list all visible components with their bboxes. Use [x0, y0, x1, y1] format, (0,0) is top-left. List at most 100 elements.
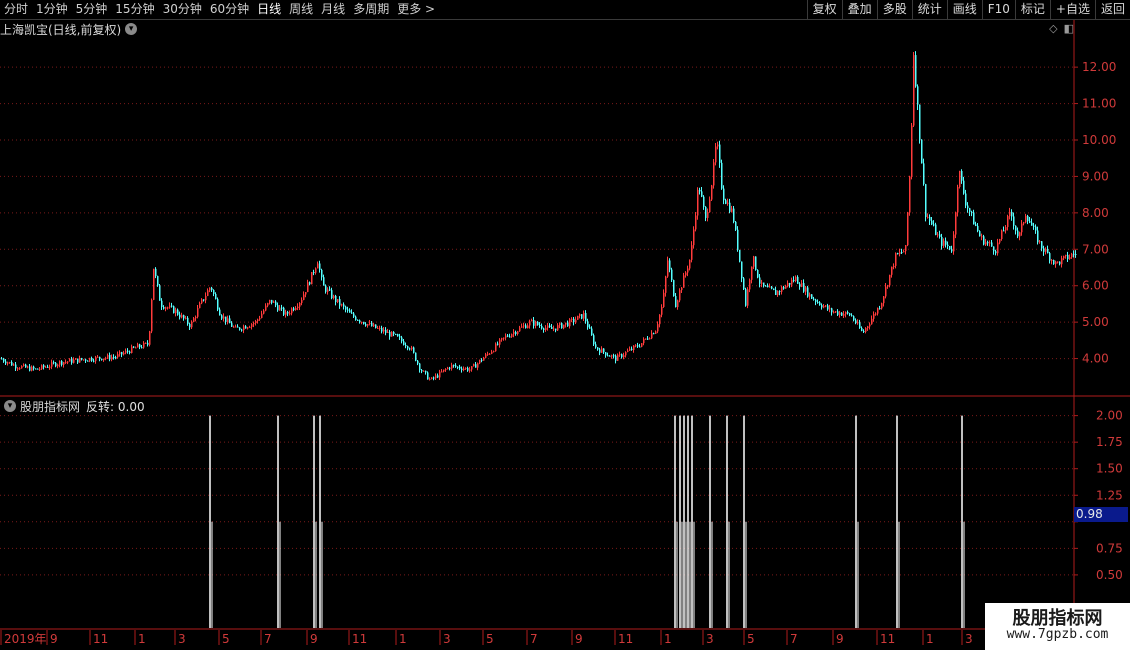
candle-body: [335, 295, 337, 303]
candle-body: [521, 326, 523, 328]
candle-body: [475, 364, 477, 368]
candle-body: [997, 242, 999, 254]
candle-body: [571, 318, 573, 320]
candle-body: [15, 364, 17, 369]
candle-body: [933, 224, 935, 226]
candle-body: [881, 303, 883, 309]
candle-body: [189, 323, 191, 328]
candle-body: [839, 312, 841, 315]
candle-body: [187, 317, 189, 324]
candle-body: [1029, 221, 1031, 223]
candle-body: [203, 299, 205, 301]
candle-body: [5, 361, 7, 364]
candle-body: [847, 312, 849, 314]
candle-body: [307, 282, 309, 293]
candle-body: [943, 240, 945, 246]
candle-body: [347, 309, 349, 311]
candle-body: [61, 361, 63, 365]
candle-body: [579, 314, 581, 316]
candle-body: [983, 236, 985, 245]
x-tick-label: 1: [664, 632, 672, 646]
candle-body: [951, 249, 953, 252]
candle-body: [139, 344, 141, 348]
candle-body: [355, 316, 357, 320]
candle-body: [645, 338, 647, 340]
candle-body: [777, 290, 779, 296]
candle-body: [867, 326, 869, 329]
candle-body: [365, 324, 367, 326]
chart-canvas[interactable]: 4.005.006.007.008.009.0010.0011.0012.000…: [0, 0, 1130, 650]
x-tick-label: 3: [965, 632, 973, 646]
candle-body: [289, 313, 291, 315]
candle-body: [977, 225, 979, 232]
candle-body: [843, 314, 845, 316]
chevron-down-icon[interactable]: ▾: [4, 400, 16, 412]
candle-body: [159, 285, 161, 301]
candle-body: [497, 343, 499, 345]
candle-body: [1047, 249, 1049, 254]
candle-body: [801, 283, 803, 287]
diamond-icon[interactable]: ◇: [1049, 22, 1057, 35]
candle-body: [301, 299, 303, 304]
candle-body: [67, 361, 69, 363]
candle-body: [507, 335, 509, 337]
candle-body: [947, 244, 949, 247]
y-tick-label: 12.00: [1082, 60, 1116, 74]
candle-body: [909, 176, 911, 213]
indicator-name: 股朋指标网: [20, 399, 81, 414]
candle-body: [413, 347, 415, 353]
candle-body: [779, 290, 781, 292]
candle-body: [1063, 256, 1065, 259]
candle-body: [317, 263, 319, 269]
candle-body: [675, 296, 677, 308]
candle-body: [823, 306, 825, 308]
candle-body: [499, 339, 501, 345]
candle-body: [735, 221, 737, 230]
candle-body: [473, 364, 475, 367]
x-tick-label: 3: [706, 632, 714, 646]
candle-body: [817, 301, 819, 303]
candle-body: [587, 321, 589, 328]
candle-body: [393, 331, 395, 335]
candle-body: [227, 318, 229, 322]
candle-body: [565, 322, 567, 325]
candle-body: [907, 212, 909, 246]
candle-body: [713, 162, 715, 186]
candle-body: [421, 370, 423, 372]
window-toggle-icon[interactable]: ◧: [1064, 22, 1074, 35]
candle-body: [511, 334, 513, 337]
candle-body: [865, 328, 867, 332]
candle-body: [469, 369, 471, 371]
watermark-url: www.7gpzb.com: [1006, 627, 1109, 642]
candle-body: [729, 202, 731, 212]
candle-body: [569, 319, 571, 327]
candle-body: [653, 333, 655, 335]
candle-body: [1015, 225, 1017, 231]
candle-body: [275, 301, 277, 306]
candle-body: [763, 282, 765, 286]
candle-body: [1023, 222, 1025, 224]
candle-body: [595, 344, 597, 348]
candle-body: [783, 287, 785, 289]
candle-body: [185, 317, 187, 319]
candle-body: [231, 323, 233, 327]
candle-body: [405, 344, 407, 347]
x-tick-label: 3: [443, 632, 451, 646]
candle-body: [123, 352, 125, 355]
x-tick-label: 11: [93, 632, 108, 646]
candle-body: [13, 364, 15, 366]
candle-body: [583, 313, 585, 319]
candle-body: [287, 312, 289, 314]
candle-body: [341, 304, 343, 306]
candle-body: [269, 299, 271, 304]
candle-body: [321, 269, 323, 278]
chevron-down-icon[interactable]: ▾: [125, 23, 138, 35]
candle-body: [1037, 230, 1039, 243]
candle-body: [515, 331, 517, 335]
candle-body: [261, 313, 263, 318]
watermark: 股朋指标网 www.7gpzb.com: [985, 603, 1130, 650]
candle-body: [891, 266, 893, 275]
candle-body: [925, 184, 927, 218]
candle-body: [383, 329, 385, 332]
candle-body: [223, 316, 225, 319]
